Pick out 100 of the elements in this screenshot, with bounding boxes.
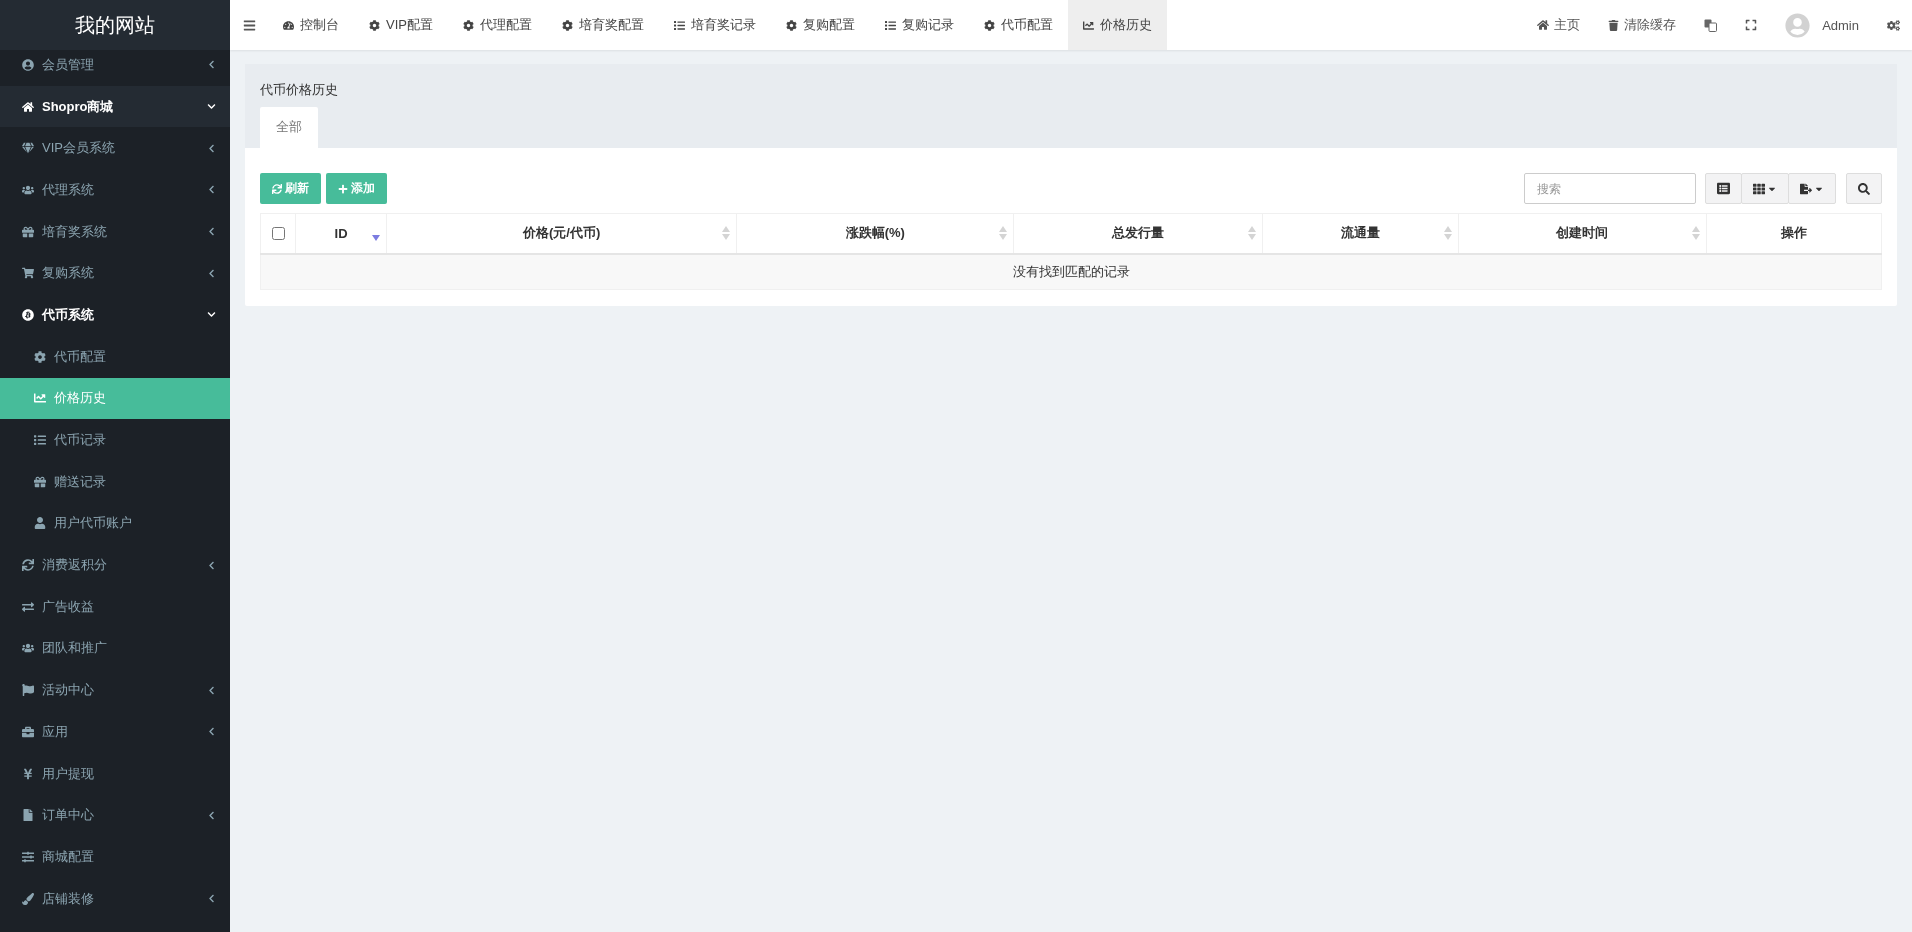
chevron-left-icon: [207, 894, 216, 904]
sidebar-label: Shopro商城: [42, 97, 115, 116]
chevron-left-icon: [207, 810, 216, 820]
sidebar-item[interactable]: VIP会员系统: [0, 127, 230, 170]
sidebar-item[interactable]: 订单中心: [0, 794, 230, 837]
bitcoin-icon: [21, 308, 35, 321]
column-header[interactable]: 流通量: [1262, 213, 1459, 254]
chevron-left-icon: [207, 227, 216, 237]
sidebar-subitem[interactable]: 代币记录: [0, 419, 230, 461]
grid-icon: [1753, 182, 1765, 195]
sidebar-subitem[interactable]: 代币配置: [0, 335, 230, 378]
sidebar-item[interactable]: 活动中心: [0, 669, 230, 711]
columns-button[interactable]: [1741, 173, 1789, 204]
sidebar-item[interactable]: 培育奖系统: [0, 210, 230, 253]
sidebar-label: 代币记录: [54, 431, 107, 450]
column-header[interactable]: 价格(元/代币): [386, 213, 737, 254]
sidebar-item[interactable]: 团队和推广: [0, 627, 230, 670]
nav-tab[interactable]: 复购配置: [770, 0, 870, 50]
user-icon: [33, 517, 47, 530]
gear-icon: [561, 19, 573, 31]
sidebar-label: 应用: [42, 722, 69, 741]
nav-tab[interactable]: 代理配置: [447, 0, 547, 50]
nav-tab[interactable]: 价格历史: [1067, 0, 1167, 50]
sidebar-item[interactable]: 广告收益: [0, 585, 230, 628]
search-button[interactable]: [1846, 173, 1882, 204]
home-link[interactable]: 主页: [1523, 0, 1595, 50]
home-icon: [21, 100, 35, 113]
flag-icon: [21, 684, 35, 697]
dashboard-icon: [283, 19, 294, 31]
sidebar-subitem[interactable]: 用户代币账户: [0, 502, 230, 545]
sidebar-item[interactable]: 消费返积分: [0, 544, 230, 586]
chevron-left-icon: [207, 268, 216, 278]
column-header[interactable]: ID: [295, 213, 387, 254]
toggle-view-button[interactable]: [1705, 173, 1742, 204]
list-icon: [1717, 182, 1730, 195]
sidebar-label: 团队和推广: [42, 639, 108, 658]
gem-icon: [21, 142, 35, 155]
sidebar-item[interactable]: Shopro商城: [0, 85, 230, 128]
avatar-icon: [1785, 12, 1811, 38]
filter-tab[interactable]: 全部: [260, 107, 318, 148]
sidebar-label: 代币系统: [42, 305, 95, 324]
plus-icon: [338, 183, 348, 194]
chevron-left-icon: [207, 685, 216, 695]
sidebar-label: 复购系统: [42, 264, 95, 283]
sidebar-label: 培育奖系统: [42, 222, 108, 241]
site-logo[interactable]: 我的网站: [0, 0, 230, 50]
sidebar-item[interactable]: 复购系统: [0, 252, 230, 295]
sidebar-item[interactable]: 店铺装修: [0, 877, 230, 920]
file-icon: [21, 809, 35, 822]
sidebar-label: 代币配置: [54, 347, 107, 366]
sidebar-label: 消费返积分: [42, 556, 108, 575]
sidebar-item[interactable]: 会员管理: [0, 50, 230, 86]
sidebar-item[interactable]: 商城配置: [0, 836, 230, 878]
list-icon: [884, 19, 896, 31]
sidebar-item[interactable]: 应用: [0, 711, 230, 753]
sidebar-subitem[interactable]: 赠送记录: [0, 460, 230, 503]
sliders-icon: [21, 850, 35, 863]
column-header[interactable]: 涨跌幅(%): [736, 213, 1014, 254]
select-all-checkbox[interactable]: [272, 226, 285, 240]
nav-tab[interactable]: 培育奖配置: [546, 0, 659, 50]
sidebar-item[interactable]: 代理系统: [0, 169, 230, 211]
gear-icon: [983, 19, 995, 31]
empty-message: 没有找到匹配的记录: [260, 253, 1882, 290]
refresh-icon: [21, 559, 35, 572]
sidebar-label: 订单中心: [42, 806, 95, 825]
chevron-left-icon: [207, 60, 216, 70]
sidebar-item[interactable]: 代币系统: [0, 294, 230, 336]
nav-tab[interactable]: VIP配置: [354, 0, 448, 50]
sidebar-item[interactable]: 用户提现: [0, 752, 230, 795]
sidebar-label: 店铺装修: [42, 889, 95, 908]
chevron-left-icon: [207, 727, 216, 737]
gear-icon: [462, 19, 474, 31]
sidebar-label: 活动中心: [42, 681, 95, 700]
nav-tab[interactable]: 复购记录: [869, 0, 969, 50]
column-header[interactable]: 操作: [1706, 213, 1882, 254]
search-field[interactable]: 搜索: [1524, 173, 1696, 204]
user-menu[interactable]: Admin: [1771, 0, 1873, 50]
sidebar-label: 用户提现: [42, 764, 95, 783]
list-icon: [673, 19, 685, 31]
gear-icon: [369, 19, 380, 31]
panel-title: 代币价格历史: [260, 81, 339, 99]
nav-tab[interactable]: 控制台: [268, 0, 354, 50]
nav-tab[interactable]: 代币配置: [968, 0, 1068, 50]
refresh-icon: [272, 183, 282, 194]
nav-tab[interactable]: 培育奖记录: [658, 0, 771, 50]
column-header[interactable]: 创建时间: [1458, 213, 1707, 254]
yen-icon: [21, 767, 35, 780]
chevron-down-icon: [207, 102, 216, 112]
chevron-down-icon: [207, 310, 216, 320]
column-header[interactable]: 总发行量: [1013, 213, 1263, 254]
clear-cache-button[interactable]: 清除缓存: [1594, 0, 1691, 50]
users-icon: [21, 642, 35, 655]
brush-icon: [21, 892, 35, 905]
gear-icon: [785, 19, 797, 31]
export-icon: [1800, 182, 1812, 195]
chevron-left-icon: [207, 560, 216, 570]
briefcase-icon: [21, 725, 35, 738]
chevron-left-icon: [207, 143, 216, 153]
export-button[interactable]: [1788, 173, 1836, 204]
cart-icon: [21, 267, 35, 280]
